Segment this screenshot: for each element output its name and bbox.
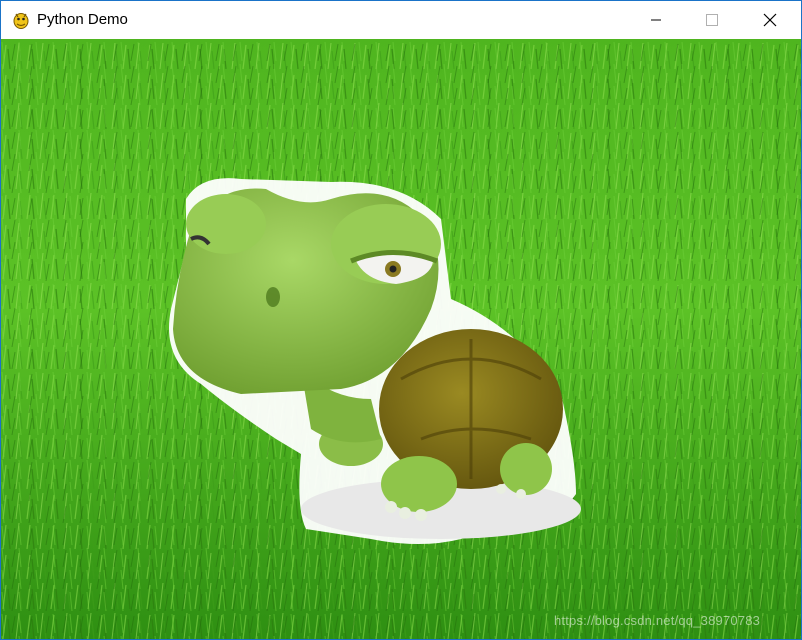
app-window: Python Demo https://blog.csdn.net/qq_389… [0,0,802,640]
game-canvas[interactable] [1,39,801,639]
maximize-icon [706,14,718,26]
close-icon [763,13,777,27]
window-title: Python Demo [37,11,128,28]
maximize-button[interactable] [689,1,735,39]
minimize-button[interactable] [633,1,679,39]
minimize-icon [651,19,661,21]
pygame-snake-icon [11,10,31,30]
close-button[interactable] [747,1,793,39]
watermark-text: https://blog.csdn.net/qq_38970783 [554,613,761,628]
title-bar[interactable]: Python Demo [1,1,801,39]
